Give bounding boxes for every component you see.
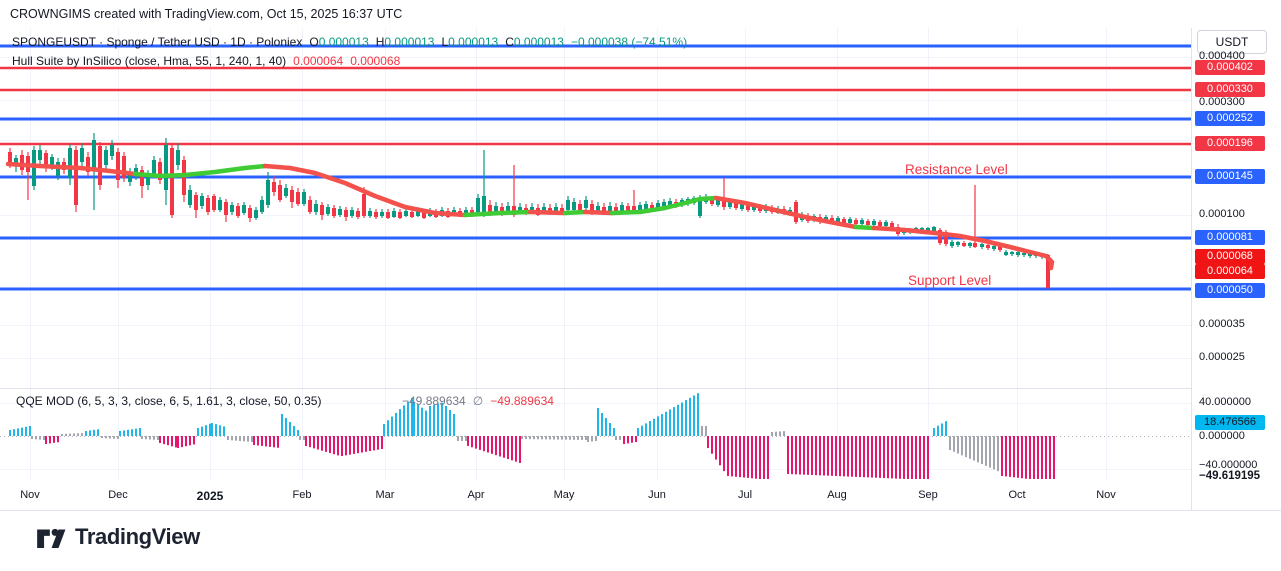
qqe-mod-title[interactable]: QQE MOD (6, 5, 3, 3, close, 6, 5, 1.61, … [16, 394, 321, 408]
hull-value-1: 0.000064 [293, 54, 343, 68]
close-label: C [505, 35, 514, 49]
tradingview-logo-text: TradingView [75, 524, 200, 550]
price-axis-label: 0.000100 [1199, 208, 1245, 220]
price-label-badge: 0.000081 [1195, 230, 1265, 245]
price-axis-label: 0.000000 [1199, 430, 1245, 442]
change-value: −0.000038 (−74.51%) [571, 35, 687, 49]
high-value: 0.000013 [384, 35, 434, 49]
hull-suite-title[interactable]: Hull Suite by InSilico (close, Hma, 55, … [12, 54, 286, 68]
price-label-badge: 18.476566 [1195, 415, 1265, 430]
time-axis-label: Oct [1008, 489, 1025, 501]
price-axis-label: 0.000025 [1199, 351, 1245, 363]
time-axis-label: Nov [1096, 489, 1116, 501]
time-axis-label: Jun [648, 489, 666, 501]
hull-suite-legend[interactable]: Hull Suite by InSilico (close, Hma, 55, … [12, 54, 400, 68]
price-axis-label: 40.000000 [1199, 396, 1251, 408]
time-axis-label: Sep [918, 489, 938, 501]
price-label-badge: 0.000196 [1195, 136, 1265, 151]
time-axis-label: Feb [293, 489, 312, 501]
tradingview-logo[interactable]: TradingView [36, 524, 200, 550]
price-axis-label: 0.000035 [1199, 318, 1245, 330]
tradingview-logo-icon [36, 524, 66, 550]
time-axis-label: Aug [827, 489, 847, 501]
symbol-legend[interactable]: SPONGEUSDT · Sponge / Tether USD · 1D · … [12, 35, 687, 49]
price-axis-label: 0.000300 [1199, 96, 1245, 108]
price-axis[interactable]: USDT 0.0004000.0003000.0001000.0000350.0… [1191, 28, 1281, 510]
time-axis-label: Nov [20, 489, 40, 501]
watermark-text: CROWNGIMS created with TradingView.com, … [10, 7, 402, 21]
open-label: O [309, 35, 318, 49]
qqe-mod-values: −49.889634 ∅ −49.889634 [402, 394, 554, 408]
resistance-level-label: Resistance Level [905, 162, 1008, 177]
hull-value-2: 0.000068 [350, 54, 400, 68]
qqe-mod-legend[interactable]: QQE MOD (6, 5, 3, 3, close, 6, 5, 1.61, … [16, 394, 321, 408]
price-label-badge: 0.000252 [1195, 111, 1265, 126]
low-value: 0.000013 [448, 35, 498, 49]
qqe-null-icon: ∅ [473, 394, 483, 408]
time-axis-label: 2025 [197, 489, 224, 503]
time-axis-label: Dec [108, 489, 128, 501]
price-label-badge: 0.000330 [1195, 82, 1265, 97]
price-label-badge: 0.000064 [1195, 264, 1265, 279]
time-axis-label: May [554, 489, 575, 501]
price-label-badge: 0.000145 [1195, 169, 1265, 184]
price-label-badge: 0.000402 [1195, 60, 1265, 75]
close-value: 0.000013 [514, 35, 564, 49]
time-axis-label: Mar [376, 489, 395, 501]
time-axis[interactable]: Nov Dec 2025 Feb Mar Apr May Jun Jul Aug Sep Oct Nov [0, 481, 1281, 510]
qqe-value-2: −49.889634 [490, 394, 554, 408]
symbol-title[interactable]: SPONGEUSDT · Sponge / Tether USD · 1D · … [12, 35, 302, 49]
open-value: 0.000013 [319, 35, 369, 49]
support-level-label: Support Level [908, 273, 991, 288]
price-axis-label: −49.619195 [1199, 470, 1260, 482]
qqe-value-1: −49.889634 [402, 394, 466, 408]
price-label-badge: 0.000068 [1195, 249, 1265, 264]
time-axis-label: Jul [738, 489, 752, 501]
time-axis-label: Apr [467, 489, 484, 501]
price-label-badge: 0.000050 [1195, 283, 1265, 298]
